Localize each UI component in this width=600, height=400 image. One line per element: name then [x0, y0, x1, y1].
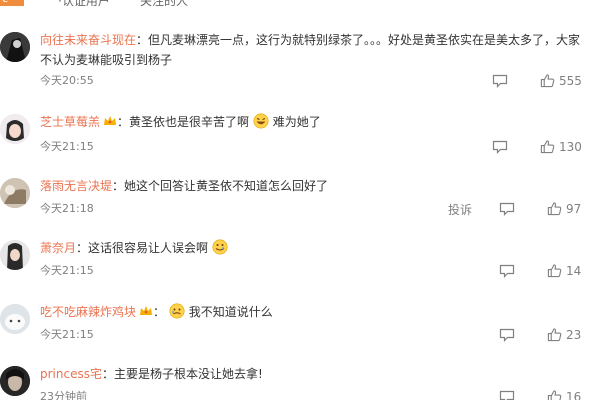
like-count: 16	[566, 389, 582, 400]
like-count: 130	[559, 139, 582, 154]
like-count: 97	[566, 201, 582, 216]
comment-text-after: 难为她了	[272, 115, 321, 129]
top-right-text: 关注的人	[140, 0, 189, 8]
comment-text-after: 我不知道说什么	[188, 305, 273, 319]
emoji-icon	[212, 239, 228, 255]
like-button[interactable]: 23	[547, 327, 581, 342]
reply-button[interactable]	[499, 390, 515, 400]
comment-content: 落雨无言决堤：她这个回答让黄圣依不知道怎么回好了	[40, 176, 586, 196]
reply-icon	[492, 140, 508, 154]
like-button[interactable]: 14	[547, 263, 581, 278]
like-count: 23	[566, 327, 582, 342]
separator: ：	[76, 241, 89, 255]
separator: ：	[136, 33, 149, 47]
avatar-image	[0, 240, 30, 270]
avatar[interactable]	[0, 32, 30, 62]
username-link[interactable]: 落雨无言决堤	[40, 179, 112, 193]
username-link[interactable]: 向往未来奋斗现在	[40, 33, 136, 47]
like-count: 555	[559, 73, 582, 88]
reply-icon	[499, 202, 515, 216]
avatar-image	[0, 178, 30, 208]
thumbs-up-icon	[547, 202, 562, 216]
avatar-image	[0, 366, 30, 396]
comment-item: 吃不吃麻辣炸鸡块 ： 我不知道说什么 今天21:15 23	[0, 302, 600, 352]
thumbs-up-icon	[547, 264, 562, 278]
timestamp: 今天20:55	[40, 74, 94, 87]
reply-icon	[499, 328, 515, 342]
thumbs-up-icon	[540, 140, 555, 154]
like-button[interactable]: 130	[540, 139, 582, 154]
reply-button[interactable]	[492, 140, 508, 154]
like-count: 14	[566, 263, 582, 278]
username-link[interactable]: 吃不吃麻辣炸鸡块	[40, 305, 136, 319]
comment-content: 芝士草莓羔 ：黄圣依也是很辛苦了啊 难为她了	[40, 112, 586, 132]
avatar[interactable]	[0, 366, 30, 396]
comment-content: 萧奈月：这话很容易让人误会啊	[40, 238, 586, 258]
timestamp: 今天21:15	[40, 264, 94, 277]
like-button[interactable]: 16	[547, 389, 581, 400]
username-link[interactable]: princess宅	[40, 367, 102, 381]
comment-text: 黄圣依也是很辛苦了啊	[129, 115, 250, 129]
reply-button[interactable]	[499, 202, 515, 216]
brand-tag: ƈ	[0, 0, 24, 6]
avatar[interactable]	[0, 304, 30, 334]
reply-button[interactable]	[492, 74, 508, 88]
separator: ：	[153, 305, 166, 319]
reply-icon	[492, 74, 508, 88]
comment-text: 她这个回答让黄圣依不知道怎么回好了	[124, 179, 329, 193]
timestamp: 23分钟前	[40, 390, 87, 400]
like-button[interactable]: 555	[540, 73, 582, 88]
crown-icon	[104, 116, 117, 125]
comment-item: princess宅：主要是杨子根本没让她去拿! 23分钟前 16	[0, 364, 600, 400]
avatar-image	[0, 304, 30, 334]
reply-button[interactable]	[499, 264, 515, 278]
username-link[interactable]: 芝士草莓羔	[40, 115, 100, 129]
comment-item: 萧奈月：这话很容易让人误会啊 今天21:15 14	[0, 238, 600, 288]
avatar[interactable]	[0, 178, 30, 208]
comment-content: 向往未来奋斗现在：但凡麦琳漂亮一点，这行为就特别绿茶了。。。好处是黄圣依实在是美…	[40, 30, 586, 70]
avatar-image	[0, 32, 30, 62]
emoji-icon	[169, 303, 185, 319]
avatar-image	[0, 114, 30, 144]
comment-content: 吃不吃麻辣炸鸡块 ： 我不知道说什么	[40, 302, 586, 322]
report-button[interactable]: 投诉	[448, 201, 472, 218]
reply-icon	[499, 390, 515, 400]
timestamp: 今天21:18	[40, 202, 94, 215]
crown-icon	[140, 306, 153, 315]
comment-text: 主要是杨子根本没让她去拿!	[114, 367, 263, 381]
thumbs-up-icon	[540, 74, 555, 88]
username-link[interactable]: 萧奈月	[40, 241, 76, 255]
comment-text: 这话很容易让人误会啊	[88, 241, 209, 255]
comment-content: princess宅：主要是杨子根本没让她去拿!	[40, 364, 586, 384]
avatar[interactable]	[0, 240, 30, 270]
reply-icon	[499, 264, 515, 278]
top-left-text: ·认证用户	[58, 0, 110, 8]
thumbs-up-icon	[547, 390, 562, 400]
separator: ：	[101, 367, 114, 381]
thumbs-up-icon	[547, 328, 562, 342]
like-button[interactable]: 97	[547, 201, 581, 216]
avatar[interactable]	[0, 114, 30, 144]
emoji-icon	[253, 113, 269, 129]
comment-item: 向往未来奋斗现在：但凡麦琳漂亮一点，这行为就特别绿茶了。。。好处是黄圣依实在是美…	[0, 30, 600, 98]
separator: ：	[112, 179, 125, 193]
comment-item: 落雨无言决堤：她这个回答让黄圣依不知道怎么回好了 今天21:18 投诉 97	[0, 176, 600, 226]
timestamp: 今天21:15	[40, 140, 94, 153]
comment-item: 芝士草莓羔 ：黄圣依也是很辛苦了啊 难为她了 今天21:15 130	[0, 112, 600, 162]
timestamp: 今天21:15	[40, 328, 94, 341]
top-cropped-header: ƈ ·认证用户 关注的人	[0, 0, 600, 16]
reply-button[interactable]	[499, 328, 515, 342]
separator: ：	[117, 115, 130, 129]
